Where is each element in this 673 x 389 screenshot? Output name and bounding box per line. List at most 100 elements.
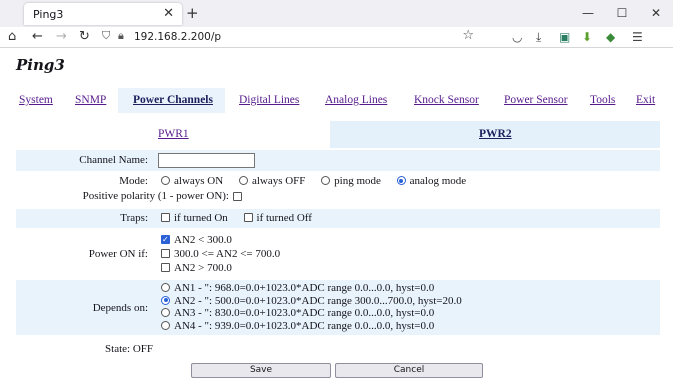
mode-options: always ON always OFF ping mode analog mo… [161,175,479,187]
option-label: AN1 - ": 968.0=0.0+1023.0*ADC range 0.0.… [174,282,435,294]
option-label: if turned Off [256,212,312,224]
mode-ping[interactable]: ping mode [321,175,381,187]
option-label: always OFF [251,175,306,187]
menu-analog-lines[interactable]: Analog Lines [325,94,387,106]
browser-tab[interactable]: Ping3 ✕ [24,3,182,25]
tab-pwr1[interactable]: PWR1 [158,128,189,140]
power-on-conditions: AN2 < 300.0 300.0 <= AN2 <= 700.0 AN2 > … [161,233,280,275]
polarity-label: Positive polarity (1 - power ON): [82,190,229,202]
new-tab-icon[interactable]: + [186,4,199,22]
power-on-if-label: Power ON if: [88,248,148,260]
back-icon[interactable]: ← [32,29,43,45]
save-button[interactable]: Save [191,363,331,378]
option-label: AN4 - ": 939.0=0.0+1023.0*ADC range 0.0.… [174,319,435,332]
pocket-icon[interactable]: ◡ [512,30,522,44]
depends-an3[interactable]: AN3 - ": 830.0=0.0+1023.0*ADC range 0.0.… [161,307,462,320]
page-content: Ping3 System SNMP Power Channels Digital… [0,48,673,389]
menu-power-channels[interactable]: Power Channels [133,94,213,106]
page-title: Ping3 [16,56,65,74]
state-text: State: OFF [105,343,153,355]
menu-system[interactable]: System [19,94,53,106]
radio-icon[interactable] [321,176,331,185]
option-label: AN3 - ": 830.0=0.0+1023.0*ADC range 0.0.… [174,307,435,319]
state-row: State: OFF [16,340,660,356]
mode-always-on[interactable]: always ON [161,175,223,187]
trap-turned-off[interactable]: if turned Off [243,212,312,224]
depends-on-options: AN1 - ": 968.0=0.0+1023.0*ADC range 0.0.… [161,282,462,332]
radio-icon[interactable] [161,283,170,292]
menu-icon[interactable]: ☰ [632,30,643,44]
navigation-bar: ⌂ ← → ↻ ⛉ 🔒︎ 192.168.2.200/p ☆ ◡ ⤓ ▣ ⬇ ◆… [0,27,673,48]
option-label: 300.0 <= AN2 <= 700.0 [174,248,281,260]
window-controls: — ☐ ✕ [571,0,673,27]
menu-power-sensor[interactable]: Power Sensor [504,94,568,106]
mode-label: Mode: [119,175,148,187]
minimize-icon[interactable]: — [571,0,605,27]
shield-icon[interactable]: ⛉ [102,29,110,43]
radio-icon[interactable] [238,176,248,185]
polarity-checkbox[interactable] [233,192,242,201]
depends-on-row: Depends on: AN1 - ": 968.0=0.0+1023.0*AD… [16,280,660,335]
tab-pwr2[interactable]: PWR2 [479,128,512,140]
close-tab-icon[interactable]: ✕ [163,6,174,21]
mode-row: Mode: always ON always OFF ping mode ana… [16,173,660,207]
close-window-icon[interactable]: ✕ [639,0,673,27]
reload-icon[interactable]: ↻ [79,29,90,45]
channel-name-label: Channel Name: [79,154,148,166]
radio-icon[interactable] [161,320,170,330]
depends-on-label: Depends on: [92,302,148,314]
option-label: ping mode [334,175,381,187]
menu-knock-sensor[interactable]: Knock Sensor [414,94,479,106]
extension-download-icon[interactable]: ⬇ [582,30,592,44]
cancel-button[interactable]: Cancel [335,363,483,378]
tab-title: Ping3 [33,8,64,21]
channel-name-input[interactable] [158,153,255,168]
radio-icon[interactable] [161,176,170,185]
option-label: AN2 - ": 500.0=0.0+1023.0*ADC range 300.… [174,294,462,307]
mode-always-off[interactable]: always OFF [238,175,306,187]
option-label: analog mode [409,175,467,187]
menu-digital-lines[interactable]: Digital Lines [239,94,299,106]
trap-turned-on[interactable]: if turned On [161,212,228,224]
bookmark-star-icon[interactable]: ☆ [462,28,474,43]
depends-an4[interactable]: AN4 - ": 939.0=0.0+1023.0*ADC range 0.0.… [161,320,462,333]
lock-icon[interactable]: 🔒︎ [118,29,124,43]
checkbox-icon[interactable] [161,249,170,258]
depends-an1[interactable]: AN1 - ": 968.0=0.0+1023.0*ADC range 0.0.… [161,282,462,295]
power-channel-panel: PWR1 PWR2 Channel Name: Mode: always ON … [8,114,660,389]
checkbox-icon[interactable] [161,263,170,272]
traps-row: Traps: if turned On if turned Off [16,209,660,228]
main-menu: System SNMP Power Channels Digital Lines… [8,88,668,113]
menu-exit[interactable]: Exit [636,94,655,106]
option-label: AN2 < 300.0 [174,234,232,246]
checkbox-icon[interactable] [161,213,170,222]
condition-below[interactable]: AN2 < 300.0 [161,233,280,247]
save-page-icon[interactable]: ▣ [559,30,570,44]
condition-between[interactable]: 300.0 <= AN2 <= 700.0 [161,247,280,261]
radio-selected-icon[interactable] [396,176,406,185]
download-icon[interactable]: ⤓ [536,30,541,44]
option-label: if turned On [174,212,228,224]
traps-options: if turned On if turned Off [161,212,325,224]
menu-tools[interactable]: Tools [590,94,615,106]
forward-icon[interactable]: → [56,29,67,45]
radio-icon[interactable] [161,308,170,317]
channel-name-row: Channel Name: [16,150,660,171]
option-label: AN2 > 700.0 [174,262,232,274]
power-on-if-row: Power ON if: AN2 < 300.0 300.0 <= AN2 <=… [16,232,660,276]
mode-analog[interactable]: analog mode [396,175,467,187]
url-text[interactable]: 192.168.2.200/p [134,31,221,43]
maximize-icon[interactable]: ☐ [605,0,639,27]
menu-snmp[interactable]: SNMP [75,94,106,106]
checkbox-icon[interactable] [243,213,253,222]
radio-selected-icon[interactable] [161,295,170,305]
channel-tabs: PWR1 PWR2 [8,121,660,148]
checkbox-checked-icon[interactable] [161,233,170,247]
home-icon[interactable]: ⌂ [8,29,16,45]
browser-tab-bar: Ping3 ✕ + — ☐ ✕ [0,0,673,27]
depends-an2[interactable]: AN2 - ": 500.0=0.0+1023.0*ADC range 300.… [161,295,462,308]
condition-above[interactable]: AN2 > 700.0 [161,261,280,275]
traps-label: Traps: [120,212,148,224]
address-bar[interactable]: ⛉ 🔒︎ 192.168.2.200/p ☆ [96,28,482,47]
extension-globe-icon[interactable]: ◆ [606,30,615,44]
